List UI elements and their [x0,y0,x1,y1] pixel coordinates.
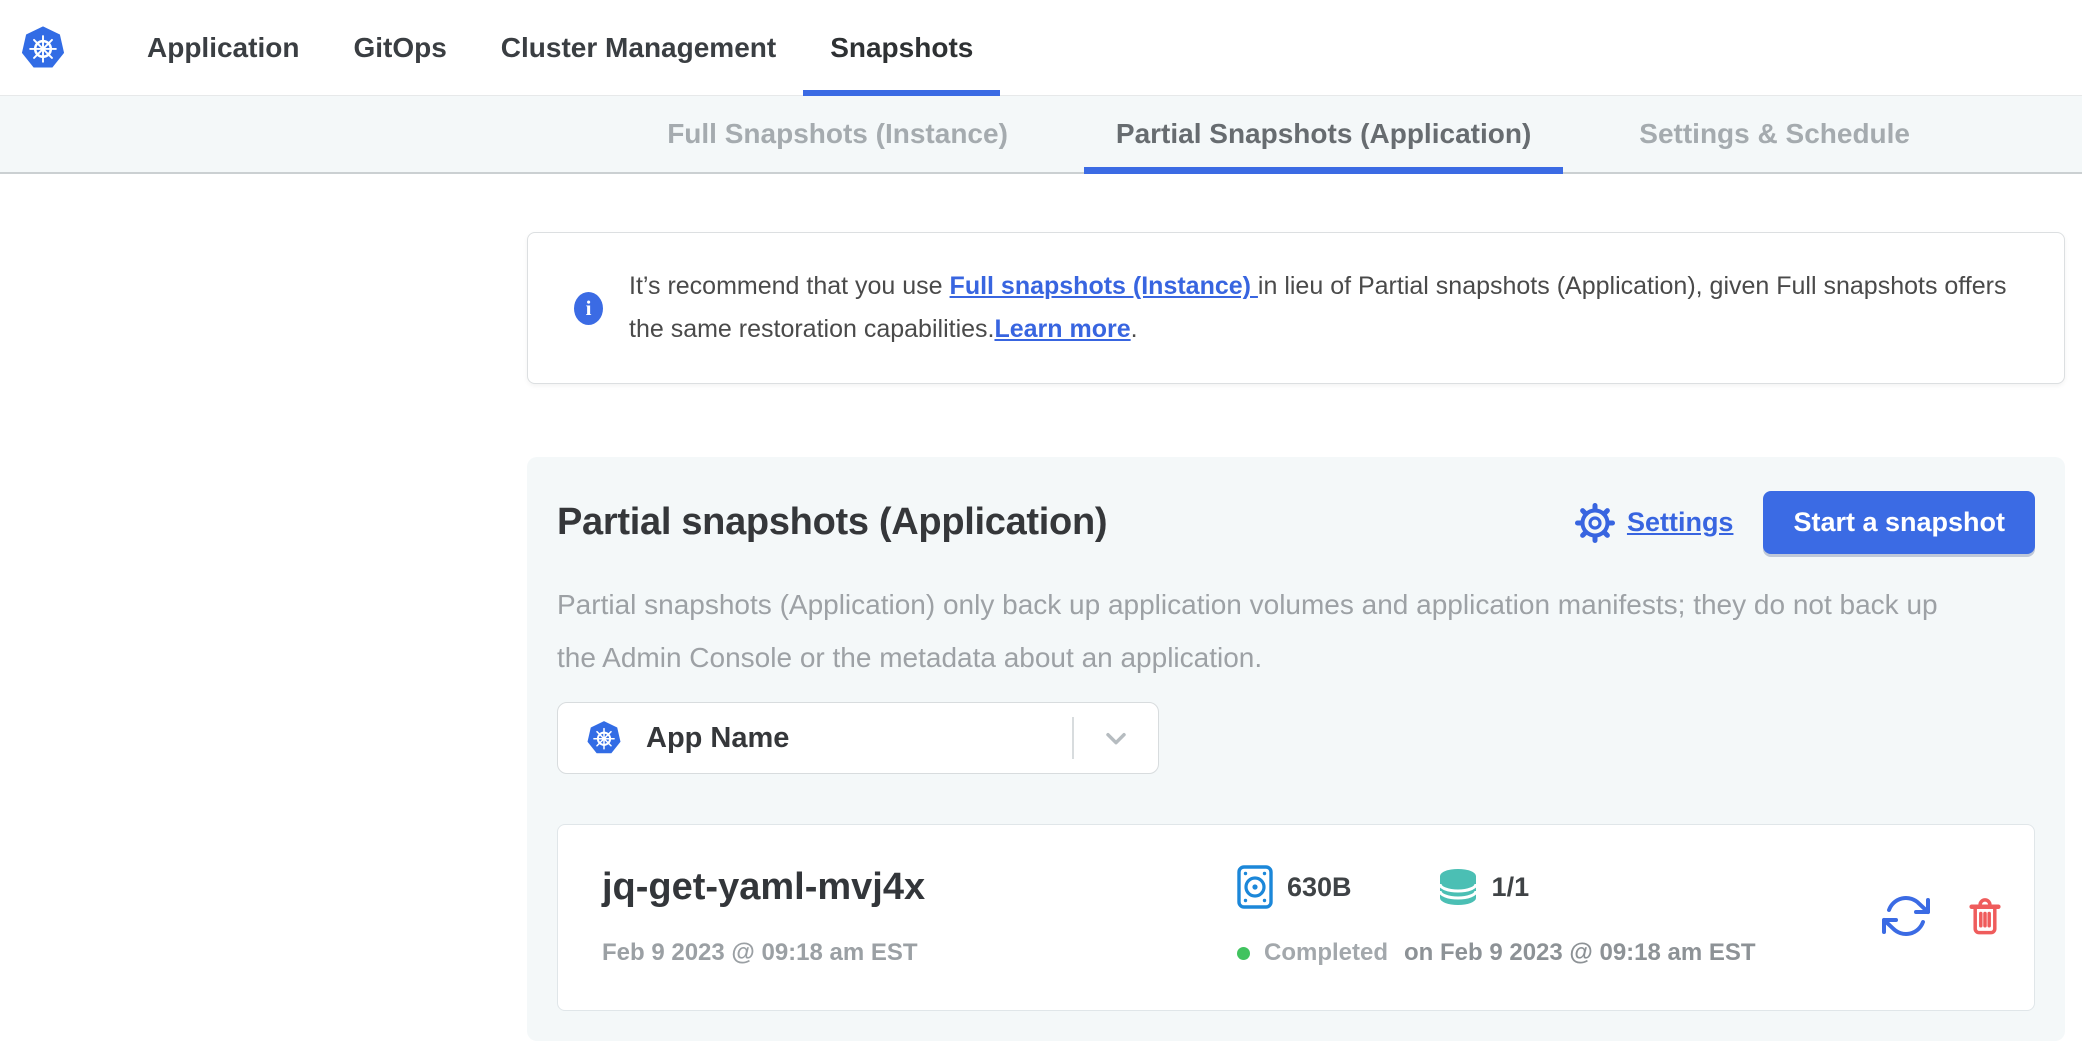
panel-description: Partial snapshots (Application) only bac… [557,578,1977,684]
top-nav-tabs: Application GitOps Cluster Management Sn… [120,0,1000,95]
info-text-after: . [1131,315,1138,343]
volumes-icon [1436,868,1480,906]
disk-size-icon [1237,865,1273,909]
settings-label: Settings [1627,507,1734,538]
full-snapshots-instance-link[interactable]: Full snapshots (Instance) [950,272,1258,300]
app-selector-dropdown[interactable]: App Name [557,702,1159,774]
snapshot-meta: 630B 1/1 [1237,865,1882,909]
nav-tab-gitops[interactable]: GitOps [326,0,473,95]
snapshot-size-group: 630B [1237,865,1352,909]
chevron-down-icon [1074,722,1158,754]
restore-snapshot-button[interactable] [1882,892,1930,940]
delete-snapshot-button[interactable] [1964,894,2006,938]
snapshots-subnav: Full Snapshots (Instance) Partial Snapsh… [0,96,2082,174]
snapshot-row: jq-get-yaml-mvj4x 630B [557,824,2035,1011]
info-icon: i [574,292,603,325]
status-detail: on Feb 9 2023 @ 09:18 am EST [1404,939,1756,967]
snapshot-volumes-group: 1/1 [1436,868,1530,906]
start-snapshot-button[interactable]: Start a snapshot [1763,491,2035,554]
snapshot-status: Completed on Feb 9 2023 @ 09:18 am EST [1237,939,1882,967]
info-banner: i It’s recommend that you use Full snaps… [527,232,2065,384]
info-text-before: It’s recommend that you use [629,272,950,300]
nav-tab-application[interactable]: Application [120,0,326,95]
nav-tab-cluster-management[interactable]: Cluster Management [474,0,803,95]
panel-header: Partial snapshots (Application) [557,491,2035,554]
top-navbar: Application GitOps Cluster Management Sn… [0,0,2082,96]
snapshot-volumes: 1/1 [1492,872,1530,903]
app-icon [586,718,622,758]
kubernetes-logo-icon [20,21,66,75]
tab-partial-snapshots-application[interactable]: Partial Snapshots (Application) [1084,96,1563,172]
status-label: Completed [1264,939,1388,967]
snapshot-size: 630B [1287,872,1352,903]
main-content: i It’s recommend that you use Full snaps… [527,232,2065,1041]
snapshot-created-time: Feb 9 2023 @ 09:18 am EST [602,939,1237,967]
panel-actions: Settings Start a snapshot [1575,491,2035,554]
snapshot-settings-link[interactable]: Settings [1575,503,1734,543]
snapshot-actions [1882,892,2006,940]
nav-tab-snapshots[interactable]: Snapshots [803,0,1000,95]
trash-icon [1964,894,2006,938]
app-selector-value: App Name [646,722,789,755]
learn-more-link[interactable]: Learn more [994,315,1130,343]
restore-icon [1882,892,1930,940]
panel-title: Partial snapshots (Application) [557,501,1107,544]
snapshot-name[interactable]: jq-get-yaml-mvj4x [602,866,1237,909]
status-dot [1237,947,1250,960]
partial-snapshots-panel: Partial snapshots (Application) [527,457,2065,1041]
tab-settings-schedule[interactable]: Settings & Schedule [1607,96,1942,172]
gear-icon [1575,503,1615,543]
tab-full-snapshots-instance[interactable]: Full Snapshots (Instance) [635,96,1040,172]
info-banner-text: It’s recommend that you use Full snapsho… [629,265,2018,351]
